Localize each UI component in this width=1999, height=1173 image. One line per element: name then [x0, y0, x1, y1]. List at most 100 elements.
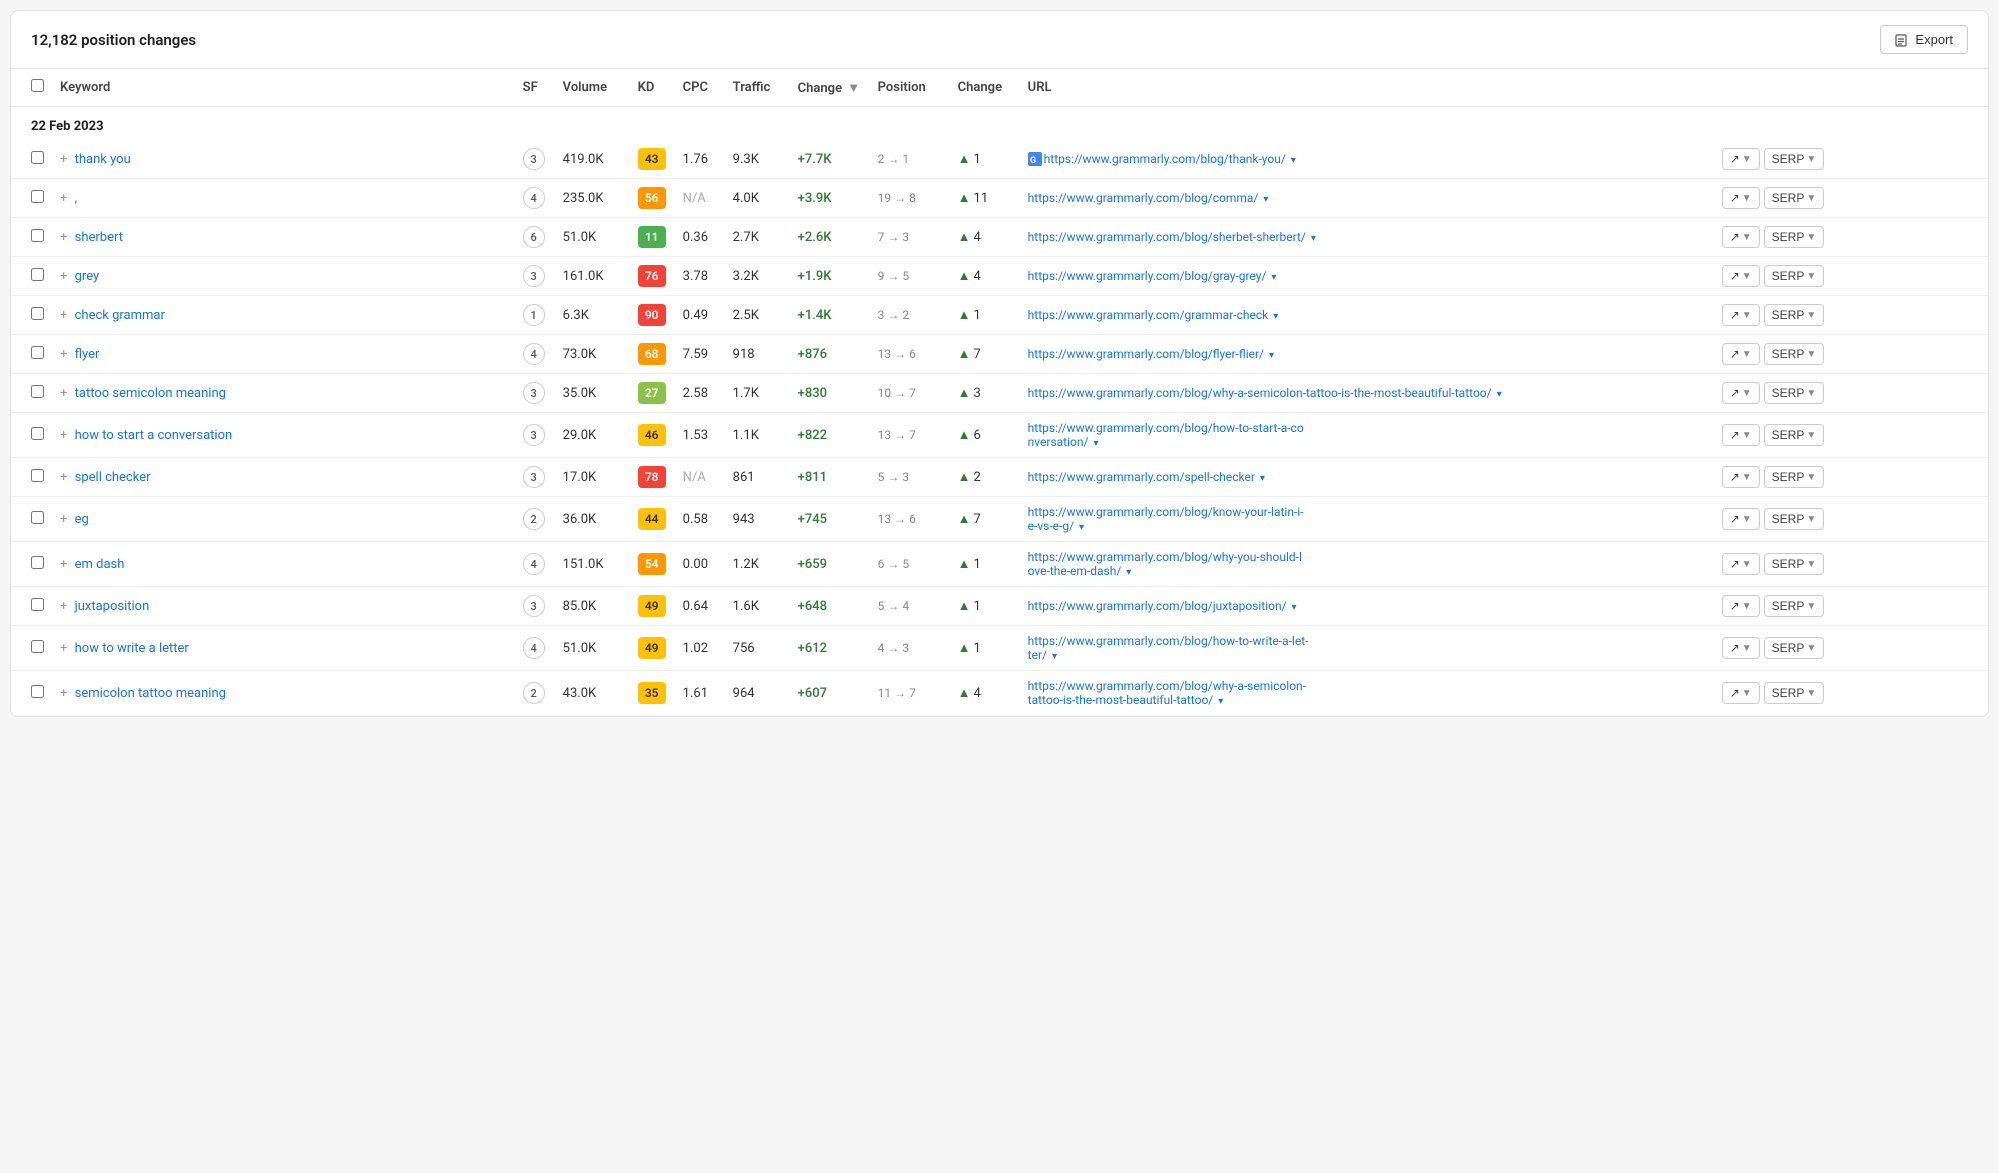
url-caret-icon[interactable]: ▾ — [1093, 438, 1098, 449]
trend-button[interactable]: ↗ ▼ — [1722, 637, 1760, 659]
select-all-checkbox[interactable] — [31, 79, 44, 92]
url-link[interactable]: https://www.grammarly.com/grammar-check — [1028, 308, 1269, 322]
row-checkbox[interactable] — [31, 469, 44, 482]
row-checkbox[interactable] — [31, 268, 44, 281]
expand-icon[interactable]: + — [60, 308, 67, 323]
serp-button[interactable]: SERP ▼ — [1764, 265, 1825, 287]
serp-button[interactable]: SERP ▼ — [1764, 148, 1825, 170]
trend-button[interactable]: ↗ ▼ — [1722, 187, 1760, 209]
row-checkbox[interactable] — [31, 511, 44, 524]
keyword-link[interactable]: flyer — [75, 347, 100, 362]
expand-icon[interactable]: + — [60, 686, 67, 701]
row-checkbox[interactable] — [31, 307, 44, 320]
row-checkbox[interactable] — [31, 151, 44, 164]
expand-icon[interactable]: + — [60, 269, 67, 284]
keyword-link[interactable]: eg — [75, 512, 89, 527]
url-caret-icon[interactable]: ▾ — [1311, 233, 1316, 244]
url-link[interactable]: https://www.grammarly.com/blog/how-to-st… — [1028, 421, 1304, 449]
serp-button[interactable]: SERP ▼ — [1764, 553, 1825, 575]
serp-button[interactable]: SERP ▼ — [1764, 424, 1825, 446]
url-link[interactable]: https://www.grammarly.com/blog/flyer-fli… — [1028, 347, 1264, 361]
expand-icon[interactable]: + — [60, 470, 67, 485]
trend-button[interactable]: ↗ ▼ — [1722, 148, 1760, 170]
url-link[interactable]: https://www.grammarly.com/blog/comma/ — [1028, 191, 1259, 205]
expand-icon[interactable]: + — [60, 191, 67, 206]
trend-button[interactable]: ↗ ▼ — [1722, 424, 1760, 446]
row-checkbox[interactable] — [31, 598, 44, 611]
trend-button[interactable]: ↗ ▼ — [1722, 265, 1760, 287]
url-caret-icon[interactable]: ▾ — [1292, 602, 1297, 613]
expand-icon[interactable]: + — [60, 230, 67, 245]
row-checkbox[interactable] — [31, 427, 44, 440]
expand-icon[interactable]: + — [60, 557, 67, 572]
export-button[interactable]: Export — [1880, 25, 1968, 54]
expand-icon[interactable]: + — [60, 428, 67, 443]
row-checkbox[interactable] — [31, 229, 44, 242]
serp-button[interactable]: SERP ▼ — [1764, 187, 1825, 209]
trend-button[interactable]: ↗ ▼ — [1722, 343, 1760, 365]
url-link[interactable]: https://www.grammarly.com/spell-checker — [1028, 470, 1255, 484]
row-checkbox[interactable] — [31, 190, 44, 203]
url-link[interactable]: https://www.grammarly.com/blog/why-a-sem… — [1028, 386, 1492, 400]
url-caret-icon[interactable]: ▾ — [1497, 389, 1502, 400]
url-caret-icon[interactable]: ▾ — [1126, 567, 1131, 578]
trend-button[interactable]: ↗ ▼ — [1722, 595, 1760, 617]
change-col-header[interactable]: Change ▼ — [790, 69, 870, 107]
keyword-link[interactable]: grey — [75, 269, 100, 284]
url-caret-icon[interactable]: ▾ — [1263, 194, 1268, 205]
row-checkbox[interactable] — [31, 385, 44, 398]
expand-icon[interactable]: + — [60, 152, 67, 167]
serp-button[interactable]: SERP ▼ — [1764, 637, 1825, 659]
url-link[interactable]: https://www.grammarly.com/blog/why-you-s… — [1028, 550, 1302, 578]
row-checkbox[interactable] — [31, 640, 44, 653]
trend-button[interactable]: ↗ ▼ — [1722, 304, 1760, 326]
serp-button[interactable]: SERP ▼ — [1764, 226, 1825, 248]
url-link[interactable]: https://www.grammarly.com/blog/thank-you… — [1044, 152, 1286, 166]
url-caret-icon[interactable]: ▾ — [1271, 272, 1276, 283]
row-checkbox[interactable] — [31, 556, 44, 569]
keyword-link[interactable]: how to start a conversation — [75, 428, 233, 443]
url-link[interactable]: https://www.grammarly.com/blog/how-to-wr… — [1028, 634, 1309, 662]
serp-button[interactable]: SERP ▼ — [1764, 682, 1825, 704]
trend-button[interactable]: ↗ ▼ — [1722, 226, 1760, 248]
serp-button[interactable]: SERP ▼ — [1764, 382, 1825, 404]
serp-button[interactable]: SERP ▼ — [1764, 343, 1825, 365]
url-caret-icon[interactable]: ▾ — [1269, 350, 1274, 361]
expand-icon[interactable]: + — [60, 386, 67, 401]
keyword-link[interactable]: em dash — [75, 557, 125, 572]
keyword-link[interactable]: , — [75, 191, 78, 206]
url-link[interactable]: https://www.grammarly.com/blog/why-a-sem… — [1028, 679, 1306, 707]
url-caret-icon[interactable]: ▾ — [1218, 696, 1223, 707]
url-caret-icon[interactable]: ▾ — [1052, 651, 1057, 662]
trend-button[interactable]: ↗ ▼ — [1722, 553, 1760, 575]
keyword-link[interactable]: sherbert — [75, 230, 123, 245]
serp-button[interactable]: SERP ▼ — [1764, 466, 1825, 488]
url-link[interactable]: https://www.grammarly.com/blog/juxtaposi… — [1028, 599, 1287, 613]
row-checkbox[interactable] — [31, 685, 44, 698]
serp-button[interactable]: SERP ▼ — [1764, 595, 1825, 617]
row-checkbox[interactable] — [31, 346, 44, 359]
trend-button[interactable]: ↗ ▼ — [1722, 508, 1760, 530]
keyword-link[interactable]: how to write a letter — [75, 641, 189, 656]
keyword-link[interactable]: tattoo semicolon meaning — [75, 386, 226, 401]
trend-button[interactable]: ↗ ▼ — [1722, 382, 1760, 404]
expand-icon[interactable]: + — [60, 641, 67, 656]
url-caret-icon[interactable]: ▾ — [1260, 473, 1265, 484]
serp-button[interactable]: SERP ▼ — [1764, 508, 1825, 530]
serp-button[interactable]: SERP ▼ — [1764, 304, 1825, 326]
keyword-link[interactable]: spell checker — [75, 470, 151, 485]
keyword-link[interactable]: thank you — [75, 152, 131, 167]
url-caret-icon[interactable]: ▾ — [1291, 155, 1296, 166]
keyword-link[interactable]: check grammar — [75, 308, 165, 323]
url-link[interactable]: https://www.grammarly.com/blog/sherbet-s… — [1028, 230, 1306, 244]
keyword-link[interactable]: juxtaposition — [75, 599, 150, 614]
expand-icon[interactable]: + — [60, 512, 67, 527]
keyword-link[interactable]: semicolon tattoo meaning — [75, 686, 226, 701]
url-caret-icon[interactable]: ▾ — [1273, 311, 1278, 322]
expand-icon[interactable]: + — [60, 599, 67, 614]
expand-icon[interactable]: + — [60, 347, 67, 362]
url-link[interactable]: https://www.grammarly.com/blog/gray-grey… — [1028, 269, 1267, 283]
url-caret-icon[interactable]: ▾ — [1079, 522, 1084, 533]
url-link[interactable]: https://www.grammarly.com/blog/know-your… — [1028, 505, 1304, 533]
trend-button[interactable]: ↗ ▼ — [1722, 466, 1760, 488]
